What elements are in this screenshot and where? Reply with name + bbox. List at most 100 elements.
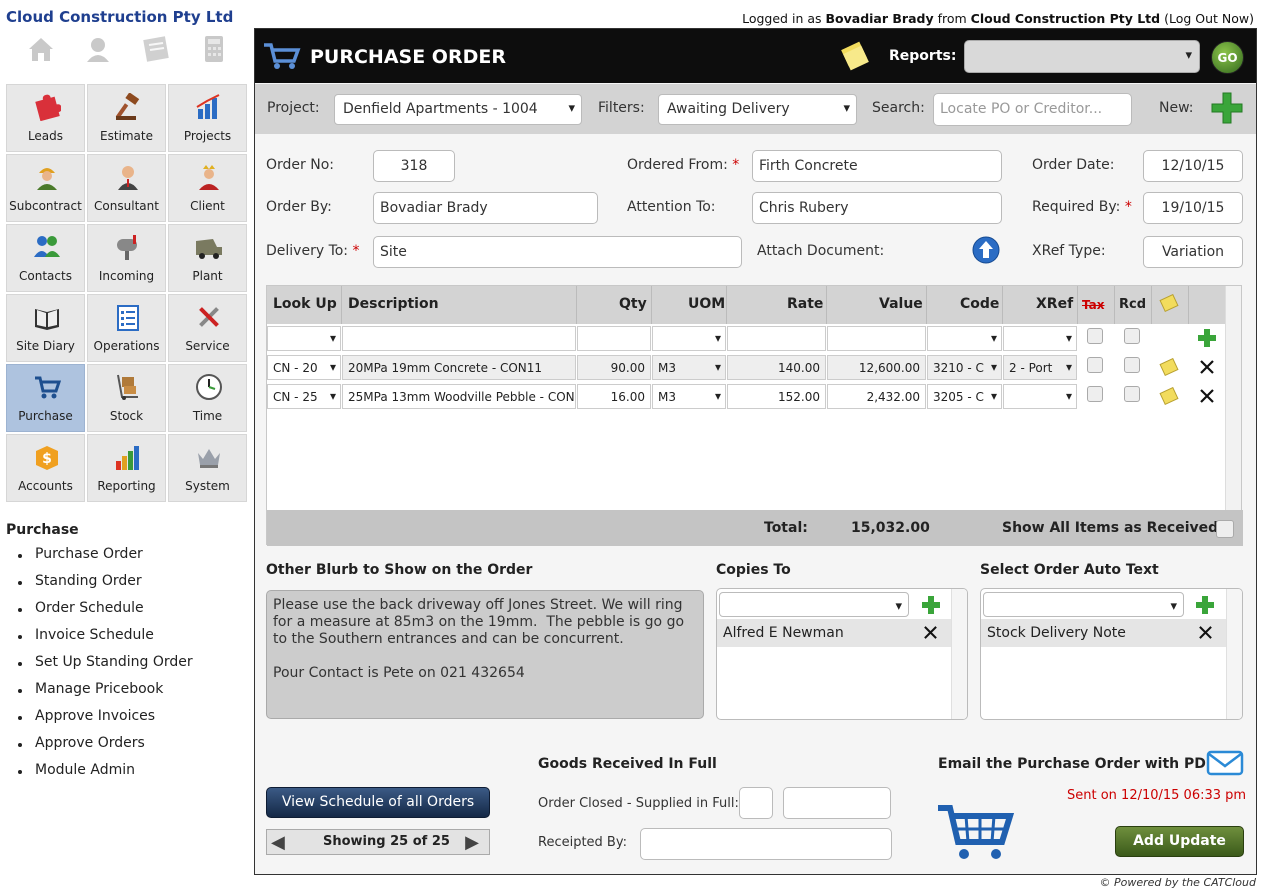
sidebar-item-order-schedule[interactable]: Order Schedule [18, 600, 193, 627]
module-consultant[interactable]: Consultant [87, 154, 166, 222]
show-received-checkbox[interactable] [1216, 520, 1234, 538]
search-input[interactable]: Locate PO or Creditor... [933, 93, 1132, 126]
required-by-field[interactable]: 19/10/15 [1143, 192, 1243, 224]
go-button[interactable]: GO [1211, 41, 1244, 74]
sidebar-item-standing-order[interactable]: Standing Order [18, 573, 193, 600]
new-rcd-checkbox[interactable] [1124, 328, 1140, 344]
remove-autotext-icon[interactable] [1198, 625, 1213, 640]
row1-rcd-checkbox[interactable] [1124, 357, 1140, 373]
view-schedule-button[interactable]: View Schedule of all Orders [266, 787, 490, 818]
autotext-scrollbar[interactable] [1226, 589, 1242, 719]
prev-arrow-icon[interactable]: ◀ [271, 832, 285, 853]
col-rate[interactable]: Rate [787, 296, 823, 312]
module-reporting[interactable]: Reporting [87, 434, 166, 502]
logout-link[interactable]: (Log Out Now) [1164, 11, 1254, 26]
new-uom-select[interactable] [652, 326, 726, 351]
row2-lookup-select[interactable]: CN - 25 [267, 384, 341, 409]
new-tax-checkbox[interactable] [1087, 328, 1103, 344]
sidebar-item-manage-pricebook[interactable]: Manage Pricebook [18, 681, 193, 708]
sidebar-item-approve-orders[interactable]: Approve Orders [18, 735, 193, 762]
row1-delete-icon[interactable] [1199, 359, 1215, 375]
row1-lookup-select[interactable]: CN - 20 [267, 355, 341, 380]
module-client[interactable]: Client [168, 154, 247, 222]
remove-copy-icon[interactable] [923, 625, 938, 640]
new-value-input[interactable] [827, 326, 926, 351]
copies-scrollbar[interactable] [951, 589, 967, 719]
new-rate-input[interactable] [727, 326, 826, 351]
module-site-diary[interactable]: Site Diary [6, 294, 85, 362]
row2-description[interactable]: 25MPa 13mm Woodville Pebble - CON18 [342, 384, 576, 409]
filters-select[interactable]: Awaiting Delivery [658, 94, 857, 125]
row2-value[interactable]: 2,432.00 [827, 384, 926, 409]
module-projects[interactable]: Projects [168, 84, 247, 152]
module-system[interactable]: System [168, 434, 247, 502]
row1-tax-checkbox[interactable] [1087, 357, 1103, 373]
row2-delete-icon[interactable] [1199, 388, 1215, 404]
row1-value[interactable]: 12,600.00 [827, 355, 926, 380]
module-incoming[interactable]: Incoming [87, 224, 166, 292]
order-no-field[interactable]: 318 [373, 150, 455, 182]
row1-rate[interactable]: 140.00 [727, 355, 826, 380]
module-accounts[interactable]: $ Accounts [6, 434, 85, 502]
sidebar-item-invoice-schedule[interactable]: Invoice Schedule [18, 627, 193, 654]
row2-qty[interactable]: 16.00 [577, 384, 651, 409]
xref-type-field[interactable]: Variation [1143, 236, 1243, 268]
row2-tax-checkbox[interactable] [1087, 386, 1103, 402]
add-update-button[interactable]: Add Update [1115, 826, 1244, 857]
row1-description[interactable]: 20MPa 19mm Concrete - CON11 [342, 355, 576, 380]
col-code[interactable]: Code [960, 296, 999, 312]
row2-uom-select[interactable]: M3 [652, 384, 726, 409]
row1-xref-select[interactable]: 2 - Port [1003, 355, 1077, 380]
add-copy-plus-icon[interactable] [921, 595, 941, 615]
blurb-textarea[interactable]: Please use the back driveway off Jones S… [266, 590, 704, 719]
row2-code-select[interactable]: 3205 - C [927, 384, 1002, 409]
module-contacts[interactable]: Contacts [6, 224, 85, 292]
order-closed-checkbox[interactable] [739, 787, 773, 819]
sticky-note-icon[interactable] [838, 41, 870, 71]
project-select[interactable]: Denfield Apartments - 1004 [334, 94, 582, 125]
new-code-select[interactable] [927, 326, 1002, 351]
order-by-field[interactable]: Bovadiar Brady [373, 192, 598, 224]
module-stock[interactable]: Stock [87, 364, 166, 432]
grid-scrollbar[interactable] [1225, 286, 1241, 510]
autotext-select[interactable] [983, 592, 1184, 617]
sidebar-item-purchase-order[interactable]: Purchase Order [18, 546, 193, 573]
module-time[interactable]: Time [168, 364, 247, 432]
module-plant[interactable]: Plant [168, 224, 247, 292]
add-line-plus-icon[interactable] [1197, 328, 1217, 348]
list-item[interactable]: Stock Delivery Note [981, 619, 1226, 647]
module-purchase[interactable]: Purchase [6, 364, 85, 432]
upload-icon[interactable] [972, 236, 1000, 264]
sidebar-item-approve-invoices[interactable]: Approve Invoices [18, 708, 193, 735]
row1-uom-select[interactable]: M3 [652, 355, 726, 380]
add-order-plus-icon[interactable] [1210, 91, 1244, 125]
row1-code-select[interactable]: 3210 - C [927, 355, 1002, 380]
row1-note-icon[interactable] [1159, 358, 1181, 378]
row2-rcd-checkbox[interactable] [1124, 386, 1140, 402]
row2-note-icon[interactable] [1159, 387, 1181, 407]
attention-field[interactable]: Chris Rubery [752, 192, 1002, 224]
row2-rate[interactable]: 152.00 [727, 384, 826, 409]
calculator-icon[interactable] [199, 34, 229, 64]
new-qty-input[interactable] [577, 326, 651, 351]
next-arrow-icon[interactable]: ▶ [465, 832, 479, 853]
row1-qty[interactable]: 90.00 [577, 355, 651, 380]
user-icon[interactable] [83, 34, 113, 64]
module-operations[interactable]: Operations [87, 294, 166, 362]
ordered-from-field[interactable]: Firth Concrete [752, 150, 1002, 182]
new-lookup-select[interactable] [267, 326, 341, 351]
col-lookup[interactable]: Look Up [273, 296, 337, 312]
delivery-field[interactable]: Site [373, 236, 742, 268]
row2-xref-select[interactable] [1003, 384, 1077, 409]
col-rcd[interactable]: Rcd [1119, 297, 1146, 312]
module-service[interactable]: Service [168, 294, 247, 362]
col-description[interactable]: Description [348, 296, 439, 312]
col-value[interactable]: Value [879, 296, 923, 312]
home-icon[interactable] [26, 34, 56, 64]
new-xref-select[interactable] [1003, 326, 1077, 351]
order-closed-date-field[interactable] [783, 787, 891, 819]
col-uom[interactable]: UOM [688, 296, 725, 312]
reports-select[interactable]: ▾ [964, 40, 1200, 73]
copies-select[interactable] [719, 592, 909, 617]
sidebar-item-set-up-standing-order[interactable]: Set Up Standing Order [18, 654, 193, 681]
